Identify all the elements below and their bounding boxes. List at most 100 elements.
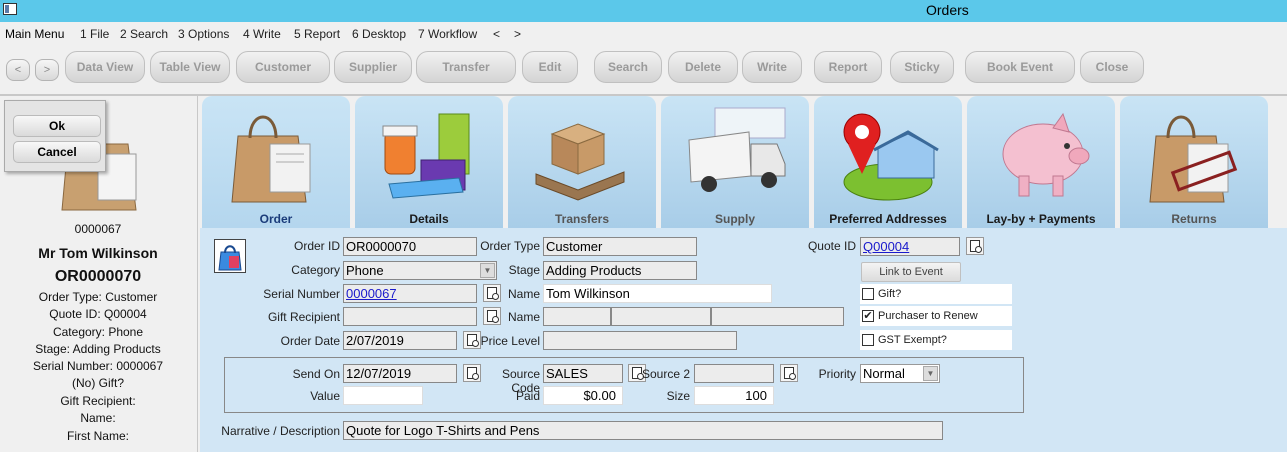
summary-quote-id: Quote ID: Q00004 <box>49 307 147 321</box>
size-field[interactable]: 100 <box>694 386 774 405</box>
price-level-field[interactable] <box>543 331 737 350</box>
value-field[interactable] <box>343 386 423 405</box>
order-type-label: Order Type <box>480 239 540 253</box>
tab-layby-payments-label: Lay-by + Payments <box>986 212 1096 226</box>
tab-layby-payments[interactable]: Lay-by + Payments <box>967 96 1115 228</box>
bag-icon[interactable] <box>214 239 246 273</box>
summary-stage: Stage: Adding Products <box>35 342 161 356</box>
summary-gift: (No) Gift? <box>71 376 124 390</box>
order-type-field[interactable]: Customer <box>543 237 697 256</box>
priority-chevron-down-icon[interactable]: ▼ <box>923 366 938 381</box>
nav-forward-button[interactable]: > <box>35 59 59 81</box>
gst-exempt-checkbox[interactable]: GST Exempt? <box>860 330 1012 350</box>
tab-preferred-addresses[interactable]: Preferred Addresses <box>814 96 962 228</box>
quote-lookup-icon[interactable] <box>966 237 984 255</box>
menu-desktop[interactable]: 6 Desktop <box>352 27 406 41</box>
menu-options[interactable]: 3 Options <box>178 27 229 41</box>
source-code-field[interactable]: SALES <box>543 364 623 383</box>
tab-supply[interactable]: Supply <box>661 96 809 228</box>
toolbar: < > Data View Table View Customer Suppli… <box>0 46 1287 96</box>
menu-search[interactable]: 2 Search <box>120 27 168 41</box>
serial-number-field[interactable]: 0000067 <box>343 284 477 303</box>
data-view-button[interactable]: Data View <box>65 51 145 83</box>
order-date-field[interactable]: 2/07/2019 <box>343 331 457 350</box>
tab-order[interactable]: Order <box>202 96 350 228</box>
tab-details-label: Details <box>409 212 449 226</box>
tab-returns[interactable]: Returns <box>1120 96 1268 228</box>
name-field[interactable]: Tom Wilkinson <box>543 284 772 303</box>
purchaser-renew-label: Purchaser to Renew <box>878 310 978 322</box>
order-date-label: Order Date <box>280 334 340 348</box>
tab-transfers[interactable]: Transfers <box>508 96 656 228</box>
quote-id-label: Quote ID <box>807 239 856 253</box>
products-icon <box>382 113 470 199</box>
menu-next[interactable]: > <box>514 27 521 41</box>
gift-recipient-field[interactable] <box>343 307 477 326</box>
menu-workflow[interactable]: 7 Workflow <box>418 27 477 41</box>
tab-details[interactable]: Details <box>355 96 503 228</box>
shopping-bag-icon <box>231 115 311 203</box>
ok-button[interactable]: Ok <box>13 115 101 137</box>
menu-prev[interactable]: < <box>493 27 500 41</box>
send-on-label: Send On <box>292 367 340 381</box>
write-button[interactable]: Write <box>742 51 802 83</box>
tab-order-label: Order <box>259 212 293 226</box>
paid-field[interactable]: $0.00 <box>543 386 623 405</box>
tab-strip: Order Details Transfers Supply Preferred… <box>200 96 1287 228</box>
delivery-truck-icon <box>688 107 786 192</box>
quote-id-field[interactable]: Q00004 <box>860 237 960 256</box>
narrative-field[interactable]: Quote for Logo T-Shirts and Pens <box>343 421 943 440</box>
sticky-button[interactable]: Sticky <box>890 51 954 83</box>
edit-button[interactable]: Edit <box>522 51 578 83</box>
gift-recipient-label: Gift Recipient <box>267 310 340 324</box>
menu-file[interactable]: 1 File <box>80 27 109 41</box>
menu-main[interactable]: Main Menu <box>5 27 64 41</box>
summary-number: 0000067 <box>74 222 122 236</box>
search-button[interactable]: Search <box>594 51 662 83</box>
menu-report[interactable]: 5 Report <box>294 27 340 41</box>
report-button[interactable]: Report <box>814 51 882 83</box>
menu-bar: Main Menu 1 File 2 Search 3 Options 4 Wr… <box>0 22 1287 46</box>
gift-checkbox[interactable]: Gift? <box>860 284 1012 304</box>
gst-exempt-label: GST Exempt? <box>878 334 947 346</box>
cancel-button[interactable]: Cancel <box>13 141 101 163</box>
narrative-label: Narrative / Description <box>221 424 340 438</box>
link-to-event-button[interactable]: Link to Event <box>861 262 961 282</box>
tab-transfers-label: Transfers <box>554 212 610 226</box>
name2-title-field[interactable] <box>543 307 611 326</box>
name2-last-field[interactable] <box>711 307 844 326</box>
close-button[interactable]: Close <box>1080 51 1144 83</box>
confirm-dialog: Ok Cancel <box>4 100 106 172</box>
summary-name: Mr Tom Wilkinson <box>38 245 158 261</box>
stage-label: Stage <box>508 263 540 277</box>
order-id-field[interactable]: OR0000070 <box>343 237 477 256</box>
send-on-field[interactable]: 12/07/2019 <box>343 364 457 383</box>
delete-button[interactable]: Delete <box>668 51 738 83</box>
transfer-button[interactable]: Transfer <box>416 51 516 83</box>
customer-button[interactable]: Customer <box>236 51 330 83</box>
nav-back-button[interactable]: < <box>6 59 30 81</box>
gift-label: Gift? <box>878 288 902 300</box>
name2-first-field[interactable] <box>611 307 711 326</box>
purchaser-renew-checkbox[interactable]: ✔ Purchaser to Renew <box>860 306 1012 326</box>
summary-order-id: OR0000070 <box>54 268 142 285</box>
source2-label: Source 2 <box>641 367 690 381</box>
gift-checkbox-box[interactable] <box>862 288 874 300</box>
summary-first-name: First Name: <box>66 429 129 443</box>
summary-gift-recipient: Gift Recipient: <box>60 394 136 408</box>
tab-returns-label: Returns <box>1171 212 1217 226</box>
title-bar: Orders <box>0 0 1287 22</box>
book-event-button[interactable]: Book Event <box>965 51 1075 83</box>
purchaser-renew-box[interactable]: ✔ <box>862 310 874 322</box>
app-icon[interactable] <box>3 3 17 15</box>
menu-write[interactable]: 4 Write <box>243 27 281 41</box>
gst-exempt-box[interactable] <box>862 334 874 346</box>
stage-field[interactable]: Adding Products <box>543 261 697 280</box>
table-view-button[interactable]: Table View <box>150 51 230 83</box>
supplier-button[interactable]: Supplier <box>334 51 412 83</box>
source2-field[interactable] <box>694 364 774 383</box>
name-label: Name <box>507 287 540 301</box>
returns-bag-icon <box>1149 115 1238 203</box>
serial-number-label: Serial Number <box>263 287 340 301</box>
summary-order-type: Order Type: Customer <box>38 290 158 304</box>
